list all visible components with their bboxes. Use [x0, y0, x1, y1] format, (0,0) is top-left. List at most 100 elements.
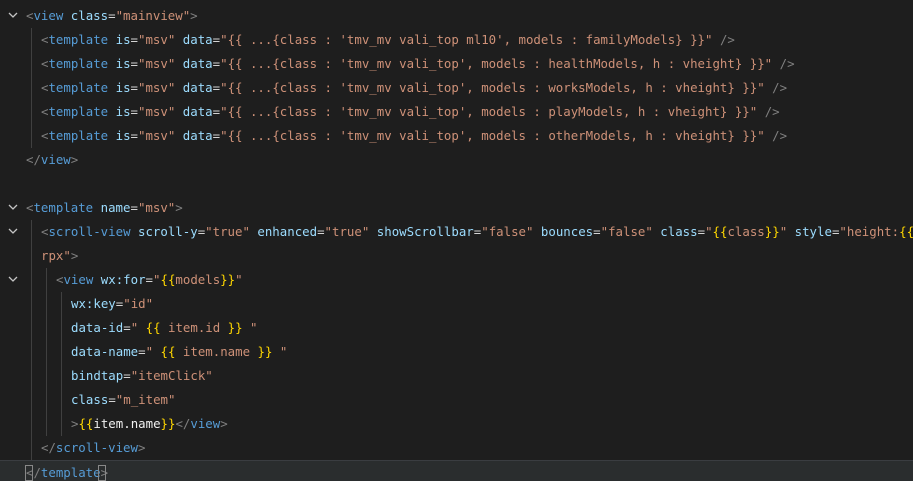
code-token: view	[190, 416, 221, 431]
code-token: "id"	[123, 296, 154, 311]
code-text: >{{item.name}}</view>	[71, 412, 228, 436]
code-text: data-name=" {{ item.name }} "	[71, 340, 287, 364]
code-token: class	[727, 224, 765, 239]
code-token: >	[137, 440, 146, 455]
code-token: wx:key	[71, 296, 116, 311]
code-token: template	[48, 80, 109, 95]
code-line[interactable]: <template is="msv" data="{{ ...{class : …	[0, 124, 913, 148]
indent-guide	[61, 316, 62, 340]
indent-guide	[31, 52, 32, 76]
code-editor[interactable]: <view class="mainview"> <template is="msv…	[0, 0, 913, 481]
code-token: data-id	[71, 320, 124, 335]
code-line[interactable]: <template is="msv" data="{{ ...{class : …	[0, 100, 913, 124]
code-text: class="m_item"	[71, 388, 175, 412]
indent-guide	[31, 244, 32, 268]
chevron-down-icon[interactable]	[6, 268, 20, 292]
code-text: </scroll-view>	[41, 436, 145, 460]
code-token: item.name	[175, 344, 258, 359]
code-line[interactable]: <template is="msv" data="{{ ...{class : …	[0, 28, 913, 52]
code-token: >	[190, 8, 198, 23]
code-line[interactable]: </view>	[0, 148, 913, 172]
indent-guide	[31, 76, 32, 100]
code-token: enhanced	[257, 224, 318, 239]
code-token: }}	[220, 272, 236, 287]
code-line[interactable]: >{{item.name}}</view>	[0, 412, 913, 436]
indent-guide	[31, 28, 32, 52]
code-token: "msv"	[137, 200, 176, 215]
code-line[interactable]: wx:key="id"	[0, 292, 913, 316]
code-token: item.name	[93, 416, 161, 431]
code-line[interactable]: data-id=" {{ item.id }} "	[0, 316, 913, 340]
code-token: </	[175, 416, 191, 431]
indent-guide	[31, 412, 32, 436]
code-line[interactable]: <template name="msv">	[0, 196, 913, 220]
indent-guide	[31, 388, 32, 412]
indent-guide	[61, 340, 62, 364]
code-token: data	[182, 104, 213, 119]
code-line[interactable]	[0, 172, 913, 196]
code-line[interactable]: <template is="msv" data="{{ ...{class : …	[0, 52, 913, 76]
code-token: class	[660, 224, 698, 239]
code-token: =	[138, 344, 146, 359]
code-token: </	[26, 152, 41, 167]
code-line[interactable]: data-name=" {{ item.name }} "	[0, 340, 913, 364]
code-token: "height:	[839, 224, 900, 239]
bracket-match-highlight	[25, 465, 33, 481]
chevron-down-icon[interactable]	[6, 220, 20, 244]
indent-guide	[46, 268, 47, 292]
code-token: models	[175, 272, 221, 287]
chevron-down-icon[interactable]	[6, 4, 20, 28]
code-text: <view class="mainview">	[26, 4, 198, 28]
code-token: =	[123, 320, 131, 335]
code-token: "true"	[324, 224, 370, 239]
code-token: =	[130, 104, 139, 119]
code-token: =	[212, 56, 221, 71]
code-token: class	[71, 392, 109, 407]
code-token: "{{ ...{class : 'tmv_mv vali_top', model…	[220, 128, 765, 143]
indent-guide	[46, 364, 47, 388]
code-token: }}	[764, 224, 780, 239]
code-token: =	[212, 104, 221, 119]
indent-guide	[61, 388, 62, 412]
code-token: scroll-view	[55, 440, 138, 455]
code-token: />	[772, 128, 788, 143]
code-token: "false"	[481, 224, 534, 239]
code-token: =	[212, 32, 221, 47]
code-token: =	[212, 128, 221, 143]
code-line[interactable]: <scroll-view scroll-y="true" enhanced="t…	[0, 220, 913, 244]
code-token: "{{ ...{class : 'tmv_mv vali_top ml10', …	[220, 32, 713, 47]
code-line[interactable]: <view class="mainview">	[0, 4, 913, 28]
code-line[interactable]: </scroll-view>	[0, 436, 913, 460]
code-token: =	[108, 392, 116, 407]
code-token: view	[33, 8, 64, 23]
code-token: is	[115, 80, 131, 95]
code-text: <template is="msv" data="{{ ...{class : …	[41, 76, 787, 100]
code-line[interactable]: bindtap="itemClick"	[0, 364, 913, 388]
code-line[interactable]: rpx">	[0, 244, 913, 268]
code-token: class	[70, 8, 109, 23]
code-token: template	[48, 128, 109, 143]
code-token: =	[130, 56, 139, 71]
code-line[interactable]: </template>	[0, 460, 913, 481]
code-line[interactable]: class="m_item"	[0, 388, 913, 412]
code-token: {{	[160, 272, 176, 287]
chevron-down-icon[interactable]	[6, 196, 20, 220]
code-line[interactable]: <template is="msv" data="{{ ...{class : …	[0, 76, 913, 100]
code-token: "	[235, 272, 243, 287]
code-token: =	[123, 368, 131, 383]
code-token: template	[40, 465, 101, 480]
code-token: item.id	[160, 320, 228, 335]
code-line[interactable]: <view wx:for="{{models}}"	[0, 268, 913, 292]
code-token: "{{ ...{class : 'tmv_mv vali_top', model…	[220, 104, 758, 119]
code-text: <template name="msv">	[26, 196, 183, 220]
